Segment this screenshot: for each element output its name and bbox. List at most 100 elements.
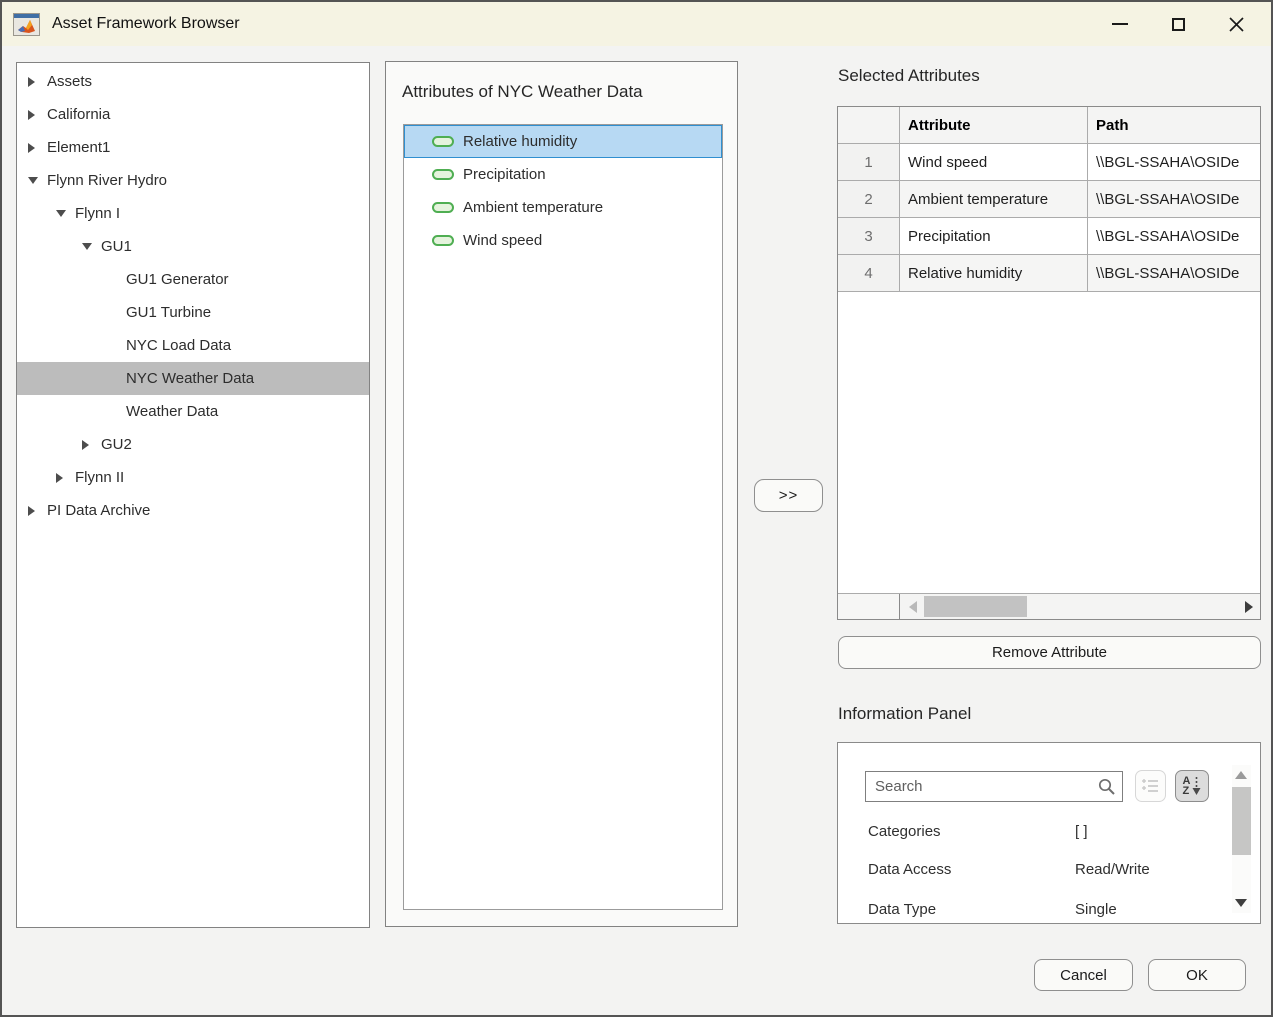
row-attribute: Precipitation <box>900 218 1088 254</box>
minimize-button[interactable] <box>1091 4 1149 44</box>
row-attribute: Ambient temperature <box>900 181 1088 217</box>
tree-item-flynn-ii[interactable]: Flynn II <box>17 461 369 494</box>
tree-item-nyc-load-data[interactable]: NYC Load Data <box>17 329 369 362</box>
cancel-button[interactable]: Cancel <box>1034 959 1133 991</box>
horizontal-scrollbar-track[interactable] <box>900 594 1260 619</box>
chevron-right-icon <box>28 110 35 120</box>
horizontal-scrollbar-thumb[interactable] <box>924 596 1027 617</box>
tree-item-label: GU1 Generator <box>17 271 229 288</box>
sort-arrow-icon <box>1192 776 1201 796</box>
table-row[interactable]: 3 Precipitation \\BGL-SSAHA\OSIDe <box>838 218 1260 255</box>
information-panel-title: Information Panel <box>838 704 971 724</box>
table-header-path: Path <box>1088 107 1260 143</box>
attribute-item-ambient-temperature[interactable]: Ambient temperature <box>404 191 722 224</box>
chevron-right-icon <box>28 77 35 87</box>
tree-item-label: Flynn I <box>17 205 120 222</box>
maximize-icon <box>1172 18 1185 31</box>
attribute-pill-icon <box>432 136 454 147</box>
tree-item-flynn-i[interactable]: Flynn I <box>17 197 369 230</box>
tree-item-label: NYC Weather Data <box>17 370 254 387</box>
tree-item-california[interactable]: California <box>17 98 369 131</box>
group-list-icon <box>1141 778 1160 795</box>
tree-item-element1[interactable]: Element1 <box>17 131 369 164</box>
table-row[interactable]: 4 Relative humidity \\BGL-SSAHA\OSIDe <box>838 255 1260 292</box>
row-path: \\BGL-SSAHA\OSIDe <box>1088 181 1260 217</box>
table-header-attribute: Attribute <box>900 107 1088 143</box>
table-horizontal-scrollbar <box>838 593 1260 619</box>
matlab-logo-icon <box>13 13 40 36</box>
table-header-row: Attribute Path <box>838 107 1260 144</box>
chevron-right-icon <box>56 473 63 483</box>
property-row-data-access[interactable]: Data Access Read/Write <box>838 851 1260 889</box>
tree-item-pi-data-archive[interactable]: PI Data Archive <box>17 494 369 527</box>
attribute-pill-icon <box>432 169 454 180</box>
window-title: Asset Framework Browser <box>52 15 240 33</box>
add-attribute-button[interactable]: >> <box>754 479 823 512</box>
remove-attribute-button[interactable]: Remove Attribute <box>838 636 1261 669</box>
property-value: [ ] <box>1075 813 1088 851</box>
property-row-data-type[interactable]: Data Type Single <box>838 891 1260 924</box>
tree-item-flynn-river-hydro[interactable]: Flynn River Hydro <box>17 164 369 197</box>
information-panel: AZ Categories [ ] Data Access Read/Write… <box>837 742 1261 924</box>
row-number: 4 <box>838 255 900 291</box>
table-row[interactable]: 2 Ambient temperature \\BGL-SSAHA\OSIDe <box>838 181 1260 218</box>
maximize-button[interactable] <box>1149 4 1207 44</box>
tree-item-label: Flynn II <box>17 469 124 486</box>
tree-item-gu1-turbine[interactable]: GU1 Turbine <box>17 296 369 329</box>
chevron-down-icon <box>28 177 38 184</box>
asset-framework-browser-window: Asset Framework Browser Assets Californi… <box>0 0 1273 1017</box>
attribute-item-precipitation[interactable]: Precipitation <box>404 158 722 191</box>
row-number: 3 <box>838 218 900 254</box>
property-name: Data Type <box>868 891 936 924</box>
property-name: Data Access <box>868 851 951 889</box>
row-attribute: Wind speed <box>900 144 1088 180</box>
tree-item-label: Weather Data <box>17 403 218 420</box>
tree-item-label: PI Data Archive <box>17 502 150 519</box>
minimize-icon <box>1112 23 1128 25</box>
search-input[interactable] <box>865 771 1123 802</box>
group-properties-button[interactable] <box>1135 770 1166 802</box>
tree-item-gu2[interactable]: GU2 <box>17 428 369 461</box>
attributes-list: Relative humidity Precipitation Ambient … <box>403 124 723 910</box>
tree-item-assets[interactable]: Assets <box>17 65 369 98</box>
search-icon <box>1098 778 1116 796</box>
row-path: \\BGL-SSAHA\OSIDe <box>1088 218 1260 254</box>
tree-item-label: GU1 Turbine <box>17 304 211 321</box>
tree-item-gu1-generator[interactable]: GU1 Generator <box>17 263 369 296</box>
attribute-item-wind-speed[interactable]: Wind speed <box>404 224 722 257</box>
scroll-right-icon[interactable] <box>1245 601 1253 613</box>
tree-item-gu1[interactable]: GU1 <box>17 230 369 263</box>
attribute-item-label: Precipitation <box>463 166 546 183</box>
chevron-down-icon <box>82 243 92 250</box>
ok-button[interactable]: OK <box>1148 959 1246 991</box>
table-row[interactable]: 1 Wind speed \\BGL-SSAHA\OSIDe <box>838 144 1260 181</box>
attribute-item-relative-humidity[interactable]: Relative humidity <box>404 125 722 158</box>
tree-item-label: GU1 <box>17 238 132 255</box>
chevron-right-icon <box>28 143 35 153</box>
attributes-panel-title: Attributes of NYC Weather Data <box>402 82 643 102</box>
vertical-scrollbar-thumb[interactable] <box>1232 787 1251 855</box>
property-name: Categories <box>868 813 941 851</box>
tree-item-nyc-weather-data[interactable]: NYC Weather Data <box>17 362 369 395</box>
sort-az-button[interactable]: AZ <box>1175 770 1209 802</box>
close-button[interactable] <box>1207 4 1265 44</box>
title-bar: Asset Framework Browser <box>2 2 1271 46</box>
attribute-item-label: Relative humidity <box>463 133 577 150</box>
close-icon <box>1228 16 1245 33</box>
table-empty-area <box>838 292 1260 593</box>
tree-item-weather-data[interactable]: Weather Data <box>17 395 369 428</box>
attribute-item-label: Ambient temperature <box>463 199 603 216</box>
row-attribute: Relative humidity <box>900 255 1088 291</box>
scroll-up-icon[interactable] <box>1235 771 1247 779</box>
property-row-categories[interactable]: Categories [ ] <box>838 813 1260 851</box>
row-number: 1 <box>838 144 900 180</box>
chevron-down-icon <box>56 210 66 217</box>
scroll-down-icon[interactable] <box>1235 899 1247 907</box>
sort-az-icon: AZ <box>1183 776 1191 796</box>
scroll-left-icon[interactable] <box>909 601 917 613</box>
scrollbar-corner-cell <box>838 594 900 619</box>
tree-item-label: GU2 <box>17 436 132 453</box>
vertical-scrollbar-track[interactable] <box>1232 765 1251 913</box>
row-path: \\BGL-SSAHA\OSIDe <box>1088 144 1260 180</box>
row-path: \\BGL-SSAHA\OSIDe <box>1088 255 1260 291</box>
